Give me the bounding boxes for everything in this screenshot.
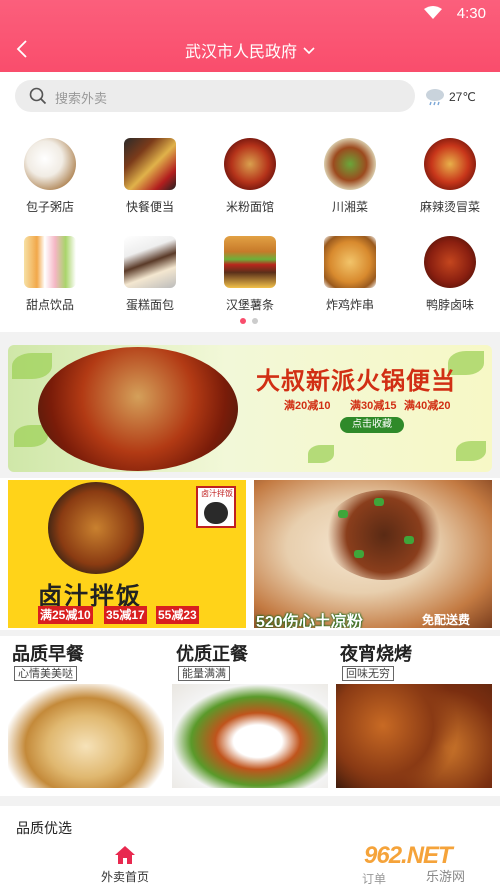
section-title: 品质优选 <box>16 820 72 836</box>
collect-button[interactable]: 点击收藏 <box>340 417 404 433</box>
page-indicator <box>240 318 260 324</box>
leaf-decoration <box>308 445 334 463</box>
duck-neck-icon <box>424 236 476 288</box>
page-dot-active <box>240 318 246 324</box>
category-item[interactable]: 甜点饮品 <box>0 228 100 320</box>
chili-topping-image <box>324 490 444 580</box>
dessert-drink-icon <box>24 236 76 288</box>
burger-icon <box>224 236 276 288</box>
dim-sum-image <box>8 684 164 788</box>
deal-badge: 55减23 <box>156 606 199 624</box>
fried-chicken-icon <box>324 236 376 288</box>
category-item[interactable]: 汉堡薯条 <box>200 228 300 320</box>
search-placeholder: 搜索外卖 <box>55 91 108 106</box>
category-label: 鸭脖卤味 <box>425 298 474 312</box>
category-label: 包子粥店 <box>25 200 74 214</box>
scallion-decoration <box>374 498 384 506</box>
scallion-decoration <box>404 536 414 544</box>
category-label: 米粉面馆 <box>225 200 274 214</box>
weather-widget[interactable]: 27℃ <box>424 87 494 107</box>
hotpot-banner[interactable]: 大叔新派火锅便当 满20减10 满30减15 满40减20 点击收藏 <box>8 345 492 472</box>
category-label: 快餐便当 <box>125 200 174 214</box>
deal-label: 满30减15 <box>350 400 397 412</box>
chicken-wings-image <box>336 684 492 788</box>
category-item[interactable]: 蛋糕面包 <box>100 228 200 320</box>
status-time: 4:30 <box>456 5 486 22</box>
category-label: 蛋糕面包 <box>125 298 174 312</box>
meal-card-bbq[interactable]: 夜宵烧烤 回味无穷 <box>336 636 500 792</box>
meal-title: 品质早餐 <box>12 644 84 664</box>
noodle-banner[interactable]: 520伤心土凉粉 免配送费 <box>254 480 492 628</box>
chef-avatar <box>204 502 228 524</box>
deal-label: 满40减20 <box>404 400 451 412</box>
meal-subtitle: 回味无穷 <box>342 666 394 681</box>
category-item[interactable]: 米粉面馆 <box>200 130 300 222</box>
scallion-decoration <box>354 550 364 558</box>
deal-badge: 满25减10 <box>38 606 93 624</box>
category-label: 甜点饮品 <box>25 298 74 312</box>
page-dot <box>252 318 258 324</box>
free-delivery-label: 免配送费 <box>421 613 470 627</box>
search-row: 搜索外卖 27℃ <box>0 72 500 124</box>
wifi-icon <box>424 6 442 25</box>
noodle-shop-name: 520伤心土凉粉 <box>256 614 363 628</box>
location-selector[interactable]: 武汉市人民政府 <box>0 38 500 62</box>
leaf-decoration <box>12 353 52 379</box>
shop-logo: 卤汁拌饭 <box>196 486 236 528</box>
meal-subtitle: 能量满满 <box>178 666 230 681</box>
rice-bowl-image <box>48 482 144 574</box>
home-icon <box>113 844 137 871</box>
malatang-icon <box>424 138 476 190</box>
watermark-site: 乐游网 <box>426 869 466 884</box>
meal-card-breakfast[interactable]: 品质早餐 心情美美哒 <box>8 636 172 792</box>
rice-deals: 满25减10 35减17 55减23 <box>38 606 238 624</box>
category-grid: 包子粥店 快餐便当 米粉面馆 川湘菜 麻辣烫冒菜 甜点饮品 蛋糕面包 汉堡薯条 … <box>0 124 500 332</box>
meal-subtitle: 心情美美哒 <box>14 666 77 681</box>
category-label: 汉堡薯条 <box>225 298 274 312</box>
app-header: 4:30 武汉市人民政府 <box>0 0 500 72</box>
cake-icon <box>124 236 176 288</box>
category-label: 川湘菜 <box>331 200 368 214</box>
hotpot-deals: 满20减10 满30减15 满40减20 <box>284 397 492 413</box>
divider <box>0 796 500 806</box>
meal-sections: 品质早餐 心情美美哒 优质正餐 能量满满 夜宵烧烤 回味无穷 <box>0 636 500 796</box>
leaf-decoration <box>456 441 486 461</box>
meal-card-lunch[interactable]: 优质正餐 能量满满 <box>172 636 336 792</box>
category-item[interactable]: 包子粥店 <box>0 130 100 222</box>
deal-badge: 35减17 <box>104 606 147 624</box>
hotpot-image <box>38 347 238 471</box>
rice-banner[interactable]: 卤汁拌饭 卤汁拌饭 满25减10 35减17 55减23 <box>8 480 246 628</box>
sichuan-dish-icon <box>324 138 376 190</box>
meal-title: 优质正餐 <box>176 644 248 664</box>
category-item[interactable]: 麻辣烫冒菜 <box>400 130 500 222</box>
status-bar: 4:30 <box>0 0 500 26</box>
watermark: 962.NET 乐游网 <box>364 842 496 886</box>
quality-section-header: 品质优选 <box>0 806 500 842</box>
rice-plate-image <box>172 684 328 788</box>
shop-logo-text: 卤汁拌饭 <box>201 489 233 498</box>
noodle-bowl-icon <box>224 138 276 190</box>
meal-title: 夜宵烧烤 <box>340 644 412 664</box>
category-label: 麻辣烫冒菜 <box>419 200 480 214</box>
search-icon <box>29 87 47 110</box>
category-item[interactable]: 川湘菜 <box>300 130 400 222</box>
deal-label: 满20减10 <box>284 400 331 412</box>
bento-icon <box>124 138 176 190</box>
chevron-down-icon <box>303 42 315 60</box>
search-input[interactable]: 搜索外卖 <box>15 80 415 112</box>
category-item[interactable]: 鸭脖卤味 <box>400 228 500 320</box>
scallion-decoration <box>338 510 348 518</box>
tab-home-label: 外卖首页 <box>100 870 149 884</box>
weather-temp: 27℃ <box>449 90 476 104</box>
category-item[interactable]: 炸鸡炸串 <box>300 228 400 320</box>
cloud-rain-icon <box>424 87 446 112</box>
promo-row: 卤汁拌饭 卤汁拌饭 满25减10 35减17 55减23 520伤心土凉粉 免配… <box>0 478 500 630</box>
nav-bar: 武汉市人民政府 <box>0 30 500 70</box>
hotpot-title: 大叔新派火锅便当 <box>256 366 456 395</box>
tab-home[interactable]: 外卖首页 <box>90 842 160 889</box>
category-label: 炸鸡炸串 <box>325 298 374 312</box>
baozi-icon <box>24 138 76 190</box>
location-label: 武汉市人民政府 <box>184 44 297 61</box>
category-item[interactable]: 快餐便当 <box>100 130 200 222</box>
